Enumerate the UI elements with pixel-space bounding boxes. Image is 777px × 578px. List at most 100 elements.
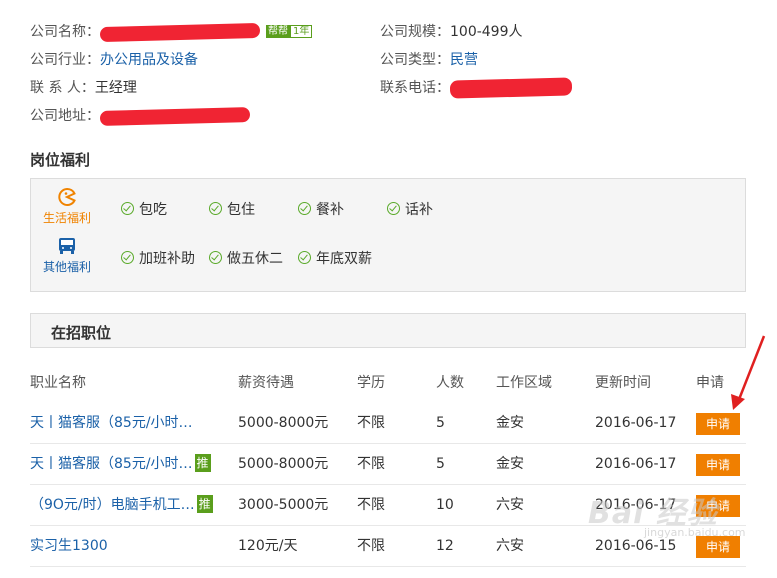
redacted-company-name bbox=[99, 22, 261, 42]
apply-button[interactable]: 申请 bbox=[696, 454, 740, 476]
company-type-link[interactable]: 民营 bbox=[450, 52, 478, 68]
welfare-item-label: 包住 bbox=[227, 202, 255, 218]
education-cell: 不限 bbox=[357, 456, 385, 472]
area-cell: 六安 bbox=[496, 497, 524, 513]
date-cell: 2016-06-17 bbox=[595, 456, 677, 472]
job-name-cell: 天丨猫客服（85元/小时… 推 bbox=[30, 444, 211, 484]
education-cell: 不限 bbox=[357, 415, 385, 431]
welfare-item: 话补 bbox=[387, 200, 433, 220]
date-cell: 2016-06-17 bbox=[595, 415, 677, 431]
job-name-cell: （9O元/时）电脑手机工… 推 bbox=[30, 485, 213, 525]
badge-year: 1年 bbox=[290, 25, 313, 38]
header-apply: 申请 bbox=[696, 375, 724, 391]
welfare-item: 做五休二 bbox=[209, 249, 283, 269]
header-update-time: 更新时间 bbox=[595, 375, 651, 391]
company-scale: 公司规模：100-499人 bbox=[380, 20, 523, 44]
redacted-address bbox=[99, 106, 251, 126]
contact-value: 王经理 bbox=[94, 80, 137, 96]
job-name-link[interactable]: 天丨猫客服（85元/小时… bbox=[30, 456, 193, 472]
life-welfare-category: 生活福利 bbox=[31, 187, 103, 226]
area-cell: 金安 bbox=[496, 456, 524, 472]
company-phone: 联系电话： bbox=[380, 76, 573, 100]
area-cell: 金安 bbox=[496, 415, 524, 431]
company-scale-value: 100-499人 bbox=[450, 24, 523, 40]
redacted-phone bbox=[449, 77, 573, 99]
info-row-contact: 联 系 人：王经理 联系电话： bbox=[30, 76, 750, 104]
check-circle-icon bbox=[121, 202, 134, 215]
company-name-label: 公司名称： bbox=[30, 24, 100, 40]
apply-button[interactable]: 申请 bbox=[696, 536, 740, 558]
welfare-item: 加班补助 bbox=[121, 249, 195, 269]
salary-cell: 120元/天 bbox=[238, 538, 298, 554]
address-label: 公司地址： bbox=[30, 108, 100, 124]
bangbang-badge: 帮帮 1年 bbox=[266, 25, 313, 39]
watermark: Bai 经验 jingyan.baidu.com bbox=[588, 488, 746, 539]
jobs-table-header: 职业名称 薪资待遇 学历 人数 工作区域 更新时间 申请 bbox=[30, 363, 746, 403]
check-circle-icon bbox=[387, 202, 400, 215]
company-type-label: 公司类型： bbox=[380, 52, 450, 68]
job-name-cell: 天丨猫客服（85元/小时… bbox=[30, 403, 193, 443]
other-welfare-category: 其他福利 bbox=[31, 236, 103, 275]
welfare-item: 年底双薪 bbox=[298, 249, 372, 269]
job-name-link[interactable]: 实习生1300 bbox=[30, 538, 108, 554]
welfare-item: 包吃 bbox=[121, 200, 167, 220]
count-cell: 5 bbox=[436, 415, 445, 431]
jobs-section-bar: 在招职位 bbox=[30, 313, 746, 348]
bus-icon bbox=[59, 238, 75, 254]
info-row-name: 公司名称： 帮帮 1年 公司规模：100-499人 bbox=[30, 20, 750, 48]
salary-cell: 5000-8000元 bbox=[238, 456, 329, 472]
check-circle-icon bbox=[209, 251, 222, 264]
welfare-item: 包住 bbox=[209, 200, 255, 220]
company-scale-label: 公司规模： bbox=[380, 24, 450, 40]
count-cell: 10 bbox=[436, 497, 454, 513]
header-count: 人数 bbox=[436, 375, 464, 391]
welfare-title: 岗位福利 bbox=[30, 151, 91, 169]
company-name: 公司名称： 帮帮 1年 bbox=[30, 20, 313, 44]
watermark-sub: jingyan.baidu.com bbox=[644, 526, 746, 539]
company-industry: 公司行业：办公用品及设备 bbox=[30, 48, 198, 72]
pacman-icon bbox=[58, 188, 76, 206]
header-job-name: 职业名称 bbox=[30, 375, 86, 391]
welfare-item-label: 加班补助 bbox=[139, 251, 195, 267]
salary-cell: 5000-8000元 bbox=[238, 415, 329, 431]
salary-cell: 3000-5000元 bbox=[238, 497, 329, 513]
welfare-item-label: 包吃 bbox=[139, 202, 167, 218]
recommend-tag: 推 bbox=[194, 454, 211, 472]
job-name-link[interactable]: 天丨猫客服（85元/小时… bbox=[30, 415, 193, 431]
education-cell: 不限 bbox=[357, 538, 385, 554]
count-cell: 5 bbox=[436, 456, 445, 472]
badge-main: 帮帮 bbox=[266, 25, 290, 38]
apply-button[interactable]: 申请 bbox=[696, 413, 740, 435]
job-name-cell: 实习生1300 bbox=[30, 526, 108, 566]
company-industry-link[interactable]: 办公用品及设备 bbox=[100, 52, 198, 68]
check-circle-icon bbox=[298, 202, 311, 215]
education-cell: 不限 bbox=[357, 497, 385, 513]
info-row-address: 公司地址： bbox=[30, 104, 750, 132]
welfare-item-label: 做五休二 bbox=[227, 251, 283, 267]
company-address: 公司地址： bbox=[30, 104, 251, 128]
welfare-item-label: 年底双薪 bbox=[316, 251, 372, 267]
header-area: 工作区域 bbox=[496, 375, 552, 391]
contact-label: 联 系 人： bbox=[30, 80, 95, 96]
header-education: 学历 bbox=[357, 375, 385, 391]
company-contact: 联 系 人：王经理 bbox=[30, 76, 137, 100]
header-salary: 薪资待遇 bbox=[238, 375, 294, 391]
recommend-tag: 推 bbox=[196, 495, 213, 513]
check-circle-icon bbox=[209, 202, 222, 215]
welfare-item: 餐补 bbox=[298, 200, 344, 220]
count-cell: 12 bbox=[436, 538, 454, 554]
job-name-link[interactable]: （9O元/时）电脑手机工… bbox=[30, 497, 195, 513]
check-circle-icon bbox=[121, 251, 134, 264]
welfare-item-label: 餐补 bbox=[316, 202, 344, 218]
check-circle-icon bbox=[298, 251, 311, 264]
table-row: 天丨猫客服（85元/小时… 5000-8000元 不限 5 金安 2016-06… bbox=[30, 403, 746, 444]
info-row-industry: 公司行业：办公用品及设备 公司类型：民营 bbox=[30, 48, 750, 76]
company-industry-label: 公司行业： bbox=[30, 52, 100, 68]
welfare-item-label: 话补 bbox=[405, 202, 433, 218]
area-cell: 六安 bbox=[496, 538, 524, 554]
company-type: 公司类型：民营 bbox=[380, 48, 478, 72]
phone-label: 联系电话： bbox=[380, 80, 450, 96]
table-row: 天丨猫客服（85元/小时… 推 5000-8000元 不限 5 金安 2016-0… bbox=[30, 444, 746, 485]
welfare-box: 生活福利 其他福利 包吃 包住 餐补 话补 加班补助 做五休二 年底双薪 bbox=[30, 178, 746, 292]
life-welfare-label: 生活福利 bbox=[42, 211, 91, 225]
